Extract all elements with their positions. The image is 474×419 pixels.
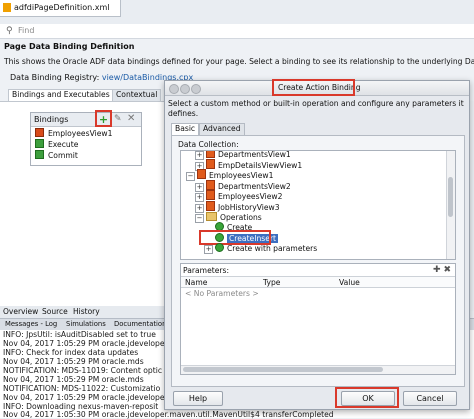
tree-node-label: Operations (220, 212, 262, 222)
page-tabs: Bindings and Executables Contextual (8, 89, 168, 101)
data-collection-tree[interactable]: + DepartmentsView1 + EmpDetailsViewView1− Em… (180, 150, 456, 260)
operation-icon (215, 243, 224, 253)
iterator-icon (206, 158, 215, 169)
iterator-icon (206, 190, 215, 201)
iterator-icon (35, 128, 44, 137)
folder-icon (206, 211, 217, 221)
parameters-label: Parameters: (183, 266, 230, 275)
expand-icon[interactable]: + (204, 245, 213, 255)
parameters-hscroll[interactable] (181, 365, 455, 374)
log-line: Nov 04, 2017 1:05:29 PM oracle.mds (3, 375, 144, 384)
data-collection-label: Data Collection: (178, 140, 239, 149)
log-line: INFO: JpsUtil: isAuditDisabled set to tr… (3, 330, 156, 339)
tab-history[interactable]: History (73, 307, 100, 316)
tab-simulations[interactable]: Simulations (64, 320, 108, 328)
search-placeholder: Find (18, 26, 35, 35)
minimize-window-icon[interactable] (180, 84, 190, 94)
tab-source[interactable]: Source (42, 307, 68, 316)
x-icon[interactable]: ✕ (127, 113, 135, 124)
binding-item[interactable]: Commit (35, 150, 78, 160)
action-icon (35, 139, 44, 148)
dialog-subtitle: Select a custom method or built-in opera… (168, 99, 464, 118)
tree-scrollbar[interactable] (446, 151, 455, 259)
page-title: Page Data Binding Definition (4, 42, 135, 51)
collapse-icon[interactable]: − (186, 172, 195, 182)
no-parameters-text: < No Parameters > (185, 289, 259, 298)
create-action-binding-dialog: Create Action Binding Select a custom me… (164, 79, 470, 410)
bindings-box: Bindings + ✎ ✕ EmployeesView1 Execute Co… (30, 110, 142, 166)
log-line: Nov 04, 2017 1:05:29 PM oracle.mds (3, 357, 144, 366)
dialog-title-bar: Create Action Binding (165, 79, 469, 96)
action-icon (35, 150, 44, 159)
add-parameter-icon[interactable]: ✚ (433, 265, 441, 275)
tree-node-label: Create with parameters (227, 244, 318, 254)
file-tab-label: adfdiPageDefinition.xml (14, 3, 110, 12)
ok-highlight (335, 387, 399, 408)
editor-bottom-tabs: Overview Source History (0, 306, 180, 318)
log-line: NOTIFICATION: MDS-11019: Content optic (3, 366, 162, 375)
maximize-window-icon[interactable] (191, 84, 201, 94)
log-line: Nov 04, 2017 1:05:29 PM oracle.jdevelope (3, 393, 165, 402)
registry-label: Data Binding Registry: (10, 73, 100, 82)
col-type: Type (263, 278, 281, 287)
editor-tab-bar: adfdiPageDefinition.xml (0, 0, 474, 25)
binding-item[interactable]: EmployeesView1 (35, 128, 112, 138)
tab-overview[interactable]: Overview (3, 307, 38, 316)
file-tab[interactable]: adfdiPageDefinition.xml (0, 0, 121, 17)
dialog-body: Data Collection: + DepartmentsView1 + EmpDe… (171, 135, 465, 387)
search-icon: ⚲ (6, 26, 13, 36)
iterator-icon (197, 169, 206, 180)
log-line: NOTIFICATION: MDS-11022: Customizatio (3, 384, 161, 393)
delete-parameter-icon[interactable]: ✖ (443, 265, 451, 275)
hscroll-thumb[interactable] (183, 367, 383, 372)
iterator-icon (206, 151, 215, 158)
binding-item[interactable]: Execute (35, 139, 78, 149)
parameters-table: Parameters: ✚ ✖ Name Type Value < No Par… (180, 263, 456, 375)
search-bar[interactable]: ⚲ Find (0, 24, 474, 39)
log-line: Nov 04, 2017 1:05:29 PM oracle.jdevelope… (3, 339, 168, 348)
iterator-icon (206, 201, 215, 211)
tree-scroll-thumb[interactable] (448, 177, 453, 217)
close-window-icon[interactable] (169, 84, 179, 94)
tab-advanced[interactable]: Advanced (199, 123, 245, 135)
col-value: Value (339, 278, 360, 287)
tab-contextual[interactable]: Contextual (112, 89, 162, 101)
tab-documentation[interactable]: Documentation (112, 320, 168, 328)
add-highlight (95, 110, 112, 127)
bindings-header: Bindings + ✎ ✕ (31, 110, 141, 127)
bindings-title: Bindings (34, 115, 69, 124)
tree-node[interactable]: + Create with parameters (204, 243, 318, 255)
tab-messages-log[interactable]: Messages - Log (3, 320, 59, 328)
tree-node[interactable]: − Operations (195, 211, 262, 223)
title-highlight (272, 79, 355, 96)
cancel-button[interactable]: Cancel (403, 391, 457, 406)
collapse-icon[interactable]: − (195, 213, 204, 223)
tab-bindings-executables[interactable]: Bindings and Executables (8, 89, 114, 101)
tab-basic[interactable]: Basic (171, 123, 200, 135)
help-button[interactable]: Help (173, 391, 223, 406)
log-line: INFO: Check for index data updates (3, 348, 139, 357)
col-name: Name (185, 278, 208, 287)
parameters-header: Name Type Value (181, 276, 455, 288)
iterator-icon (206, 179, 215, 190)
pencil-icon[interactable]: ✎ (114, 114, 122, 124)
xml-file-icon (3, 3, 11, 12)
tree-node[interactable]: CreateInsert (199, 229, 279, 245)
page-description: This shows the Oracle ADF data bindings … (4, 57, 474, 66)
